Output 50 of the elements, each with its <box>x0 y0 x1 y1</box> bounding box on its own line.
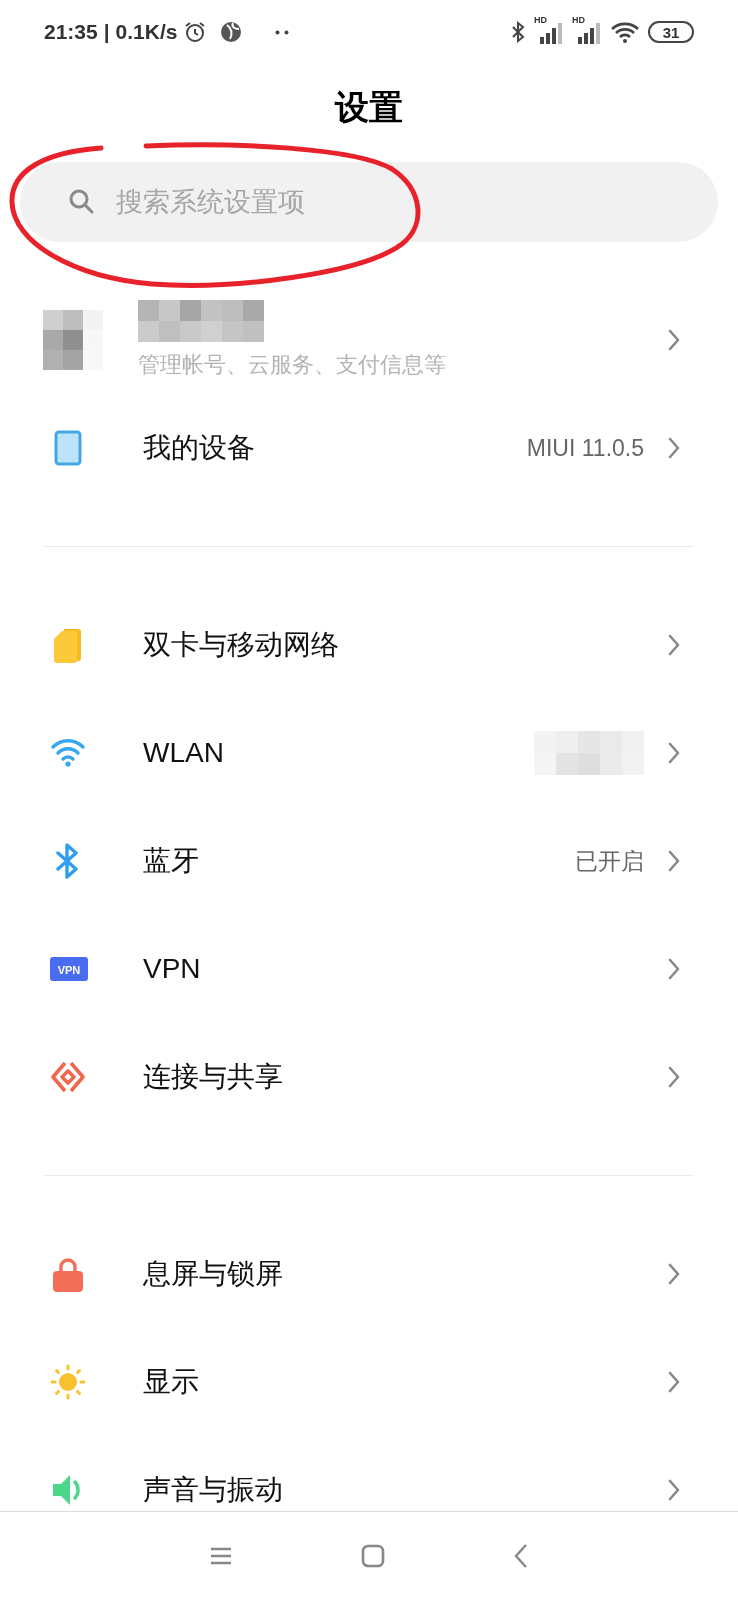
more-icon <box>275 29 290 35</box>
menu-icon <box>209 1546 233 1566</box>
chevron-right-icon <box>666 436 682 460</box>
settings-item[interactable]: 声音与振动 <box>0 1436 738 1511</box>
item-label: 显示 <box>143 1365 199 1399</box>
settings-item[interactable]: 双卡与移动网络 <box>0 591 738 699</box>
account-subtitle: 管理帐号、云服务、支付信息等 <box>138 350 446 379</box>
redacted-avatar <box>43 310 103 370</box>
settings-item[interactable]: VPN VPN <box>0 915 738 1023</box>
item-label: 双卡与移动网络 <box>143 628 339 662</box>
status-time: 21:35 <box>44 19 98 46</box>
settings-item[interactable]: 连接与共享 <box>0 1023 738 1131</box>
item-label: 息屏与锁屏 <box>143 1257 283 1291</box>
item-label: 我的设备 <box>143 431 255 465</box>
page-title: 设置 <box>335 86 403 128</box>
settings-item[interactable]: 我的设备 MIUI 11.0.5 <box>0 394 738 502</box>
network-type-label: HD <box>534 16 547 25</box>
share-icon <box>50 1059 88 1095</box>
chevron-right-icon <box>666 849 682 873</box>
item-label: 蓝牙 <box>143 844 199 878</box>
item-label: 连接与共享 <box>143 1060 283 1094</box>
search-field[interactable]: 搜索系统设置项 <box>20 162 718 242</box>
network-type-label: HD <box>572 16 585 25</box>
status-divider: | <box>103 19 110 46</box>
settings-item[interactable]: WLAN <box>0 699 738 807</box>
settings-item[interactable]: 蓝牙 已开启 <box>0 807 738 915</box>
item-value: 已开启 <box>575 846 644 876</box>
bluetooth-icon <box>510 20 526 44</box>
back-icon <box>513 1543 529 1569</box>
settings-item[interactable]: 显示 <box>0 1328 738 1436</box>
chevron-right-icon <box>666 957 682 981</box>
chevron-right-icon <box>666 1065 682 1089</box>
home-icon <box>361 1544 385 1568</box>
sun-icon <box>50 1364 88 1400</box>
chevron-right-icon <box>666 633 682 657</box>
chevron-right-icon <box>666 741 682 765</box>
network-speed: 0.1K/s <box>115 19 178 46</box>
chevron-right-icon <box>666 1262 682 1286</box>
globe-icon <box>219 20 244 44</box>
item-label: 声音与振动 <box>143 1473 283 1507</box>
item-label: VPN <box>143 952 201 986</box>
chevron-right-icon <box>666 328 682 352</box>
search-icon <box>68 188 96 216</box>
chevron-right-icon <box>666 1370 682 1394</box>
battery-indicator: 31 <box>648 21 694 43</box>
chevron-right-icon <box>666 1478 682 1502</box>
wifi-icon <box>610 20 640 44</box>
item-value: MIUI 11.0.5 <box>526 433 644 463</box>
settings-item[interactable]: 息屏与锁屏 <box>0 1220 738 1328</box>
item-label: WLAN <box>143 736 224 770</box>
